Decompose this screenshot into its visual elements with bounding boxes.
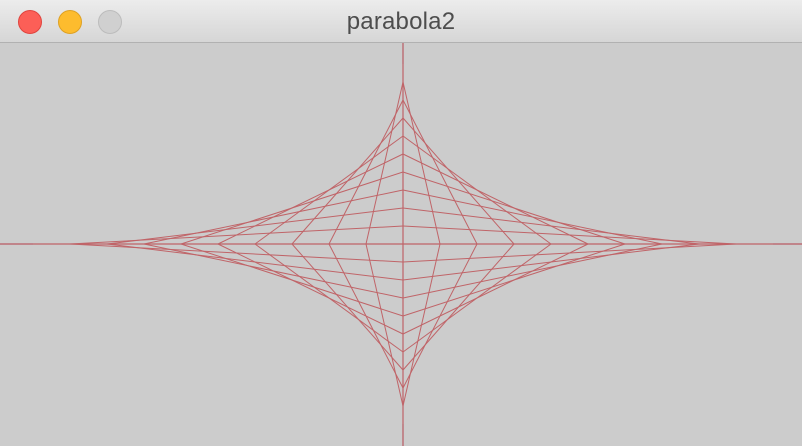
envelope-line [402,135,552,245]
envelope-line [365,243,404,407]
title-bar[interactable]: parabola2 [0,0,802,43]
envelope-line [402,243,478,389]
envelope-line [365,81,404,245]
envelope-line [402,243,441,407]
envelope-line [254,243,404,353]
envelope-line [402,243,515,371]
envelope-line [328,99,404,245]
window-title: parabola2 [346,8,456,35]
envelope-line [291,243,404,371]
envelope-line [402,243,552,353]
envelope-line [402,117,515,245]
envelope-line [402,81,441,245]
envelope-line [254,135,404,245]
sketch-canvas [0,43,802,446]
app-window: parabola2 [0,0,802,446]
parabola-drawing [0,43,802,446]
envelope-line [402,99,478,245]
envelope-line [328,243,404,389]
envelope-line [291,117,404,245]
